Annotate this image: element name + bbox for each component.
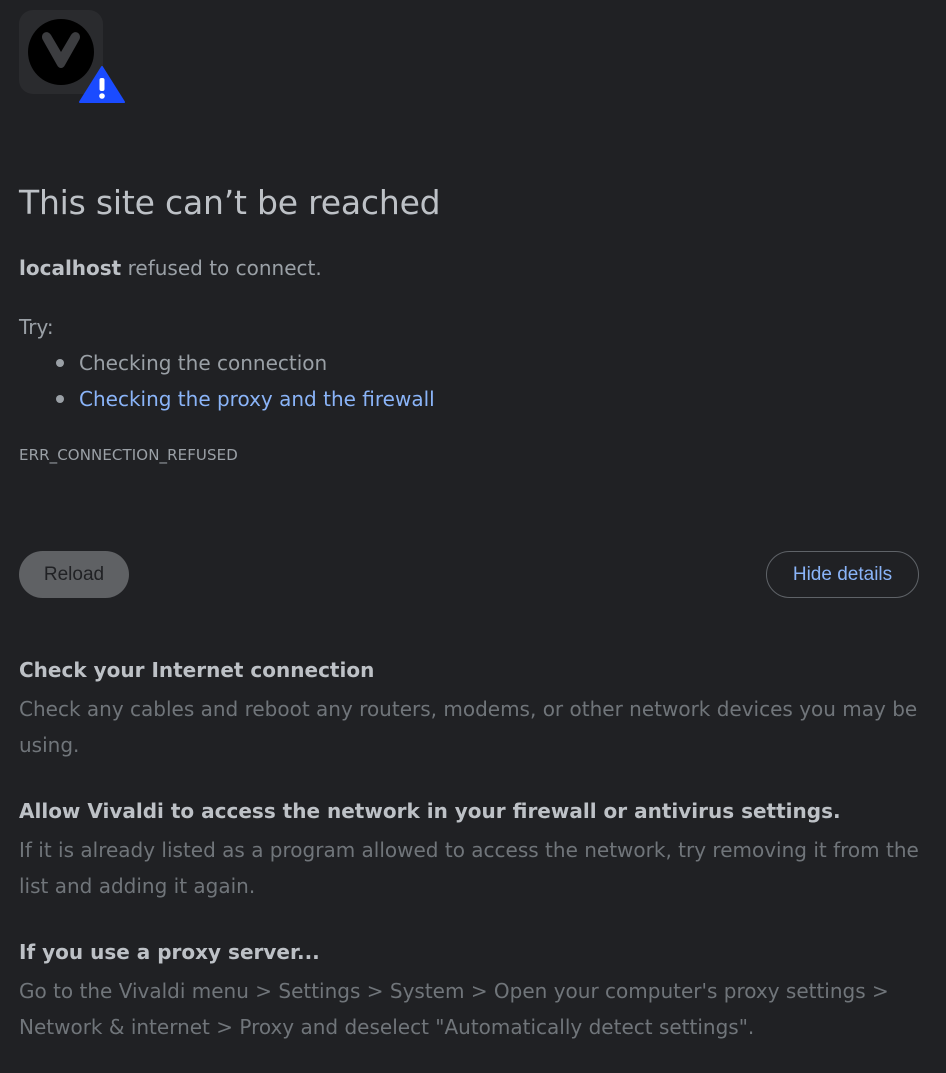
details-body: Go to the Vivaldi menu > Settings > Syst… <box>19 979 889 1039</box>
details-body: Check any cables and reboot any routers,… <box>19 697 918 757</box>
details-heading: Check your Internet connection <box>19 658 375 682</box>
details-section: If you use a proxy server... Go to the V… <box>19 939 919 1045</box>
error-message: refused to connect. <box>121 256 322 280</box>
suggestion-item: Checking the proxy and the firewall <box>19 383 435 419</box>
proxy-firewall-link[interactable]: Checking the proxy and the firewall <box>79 387 435 411</box>
error-code: ERR_CONNECTION_REFUSED <box>19 446 238 464</box>
details-heading: If you use a proxy server... <box>19 940 320 964</box>
try-label: Try: <box>19 315 54 339</box>
details-heading: Allow Vivaldi to access the network in y… <box>19 799 841 823</box>
reload-button[interactable]: Reload <box>19 551 129 598</box>
bullet-icon <box>56 359 64 367</box>
page-title: This site can’t be reached <box>19 183 441 222</box>
error-icon-group <box>19 10 125 103</box>
bullet-icon <box>56 395 64 403</box>
details-section: Allow Vivaldi to access the network in y… <box>19 798 919 904</box>
suggestion-list: Checking the connection Checking the pro… <box>19 347 435 419</box>
details-body: If it is already listed as a program all… <box>19 838 919 898</box>
hide-details-button[interactable]: Hide details <box>766 551 919 598</box>
error-description: localhost refused to connect. <box>19 256 322 280</box>
host-name: localhost <box>19 256 122 280</box>
suggestion-text: Checking the connection <box>79 351 328 375</box>
warning-triangle-icon <box>79 66 125 103</box>
suggestion-item: Checking the connection <box>19 347 435 383</box>
details-section: Check your Internet connection Check any… <box>19 657 919 763</box>
